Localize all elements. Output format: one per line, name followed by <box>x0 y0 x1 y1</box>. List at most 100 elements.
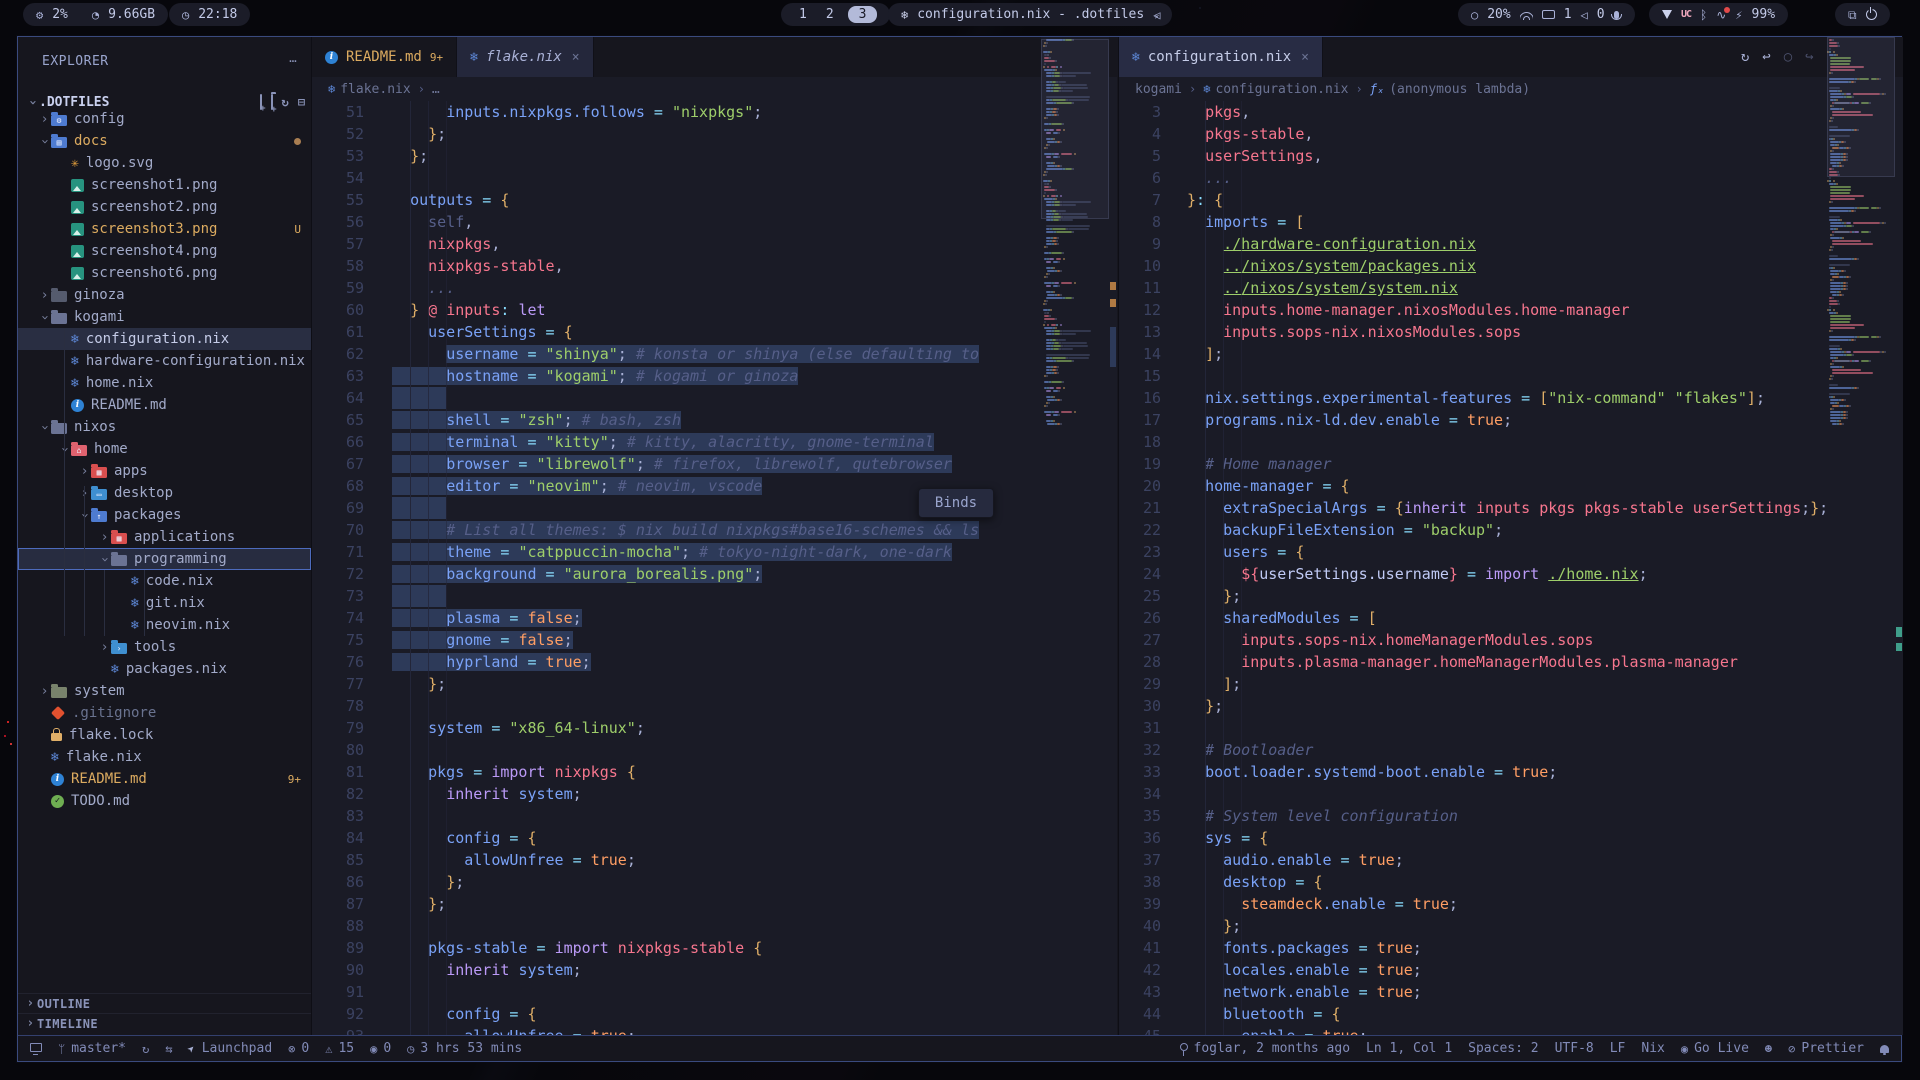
status-item-face[interactable]: ☻ <box>1765 1043 1772 1055</box>
tree-item-flake.lock[interactable]: ›flake.lock <box>18 724 311 746</box>
code-editor-flake-nix[interactable]: 51 inputs.nixpkgs.follows = "nixpkgs";52… <box>312 101 1117 1035</box>
tree-item-configuration.nix[interactable]: ›❄configuration.nix <box>18 328 311 350</box>
tree-item-screenshot1.png[interactable]: ›screenshot1.png <box>18 174 311 196</box>
tree-item-home.nix[interactable]: ›❄home.nix <box>18 372 311 394</box>
volume-icon[interactable]: ◁ <box>1581 9 1588 21</box>
breadcrumb-item-…[interactable]: … <box>432 82 440 97</box>
outline-section[interactable]: › OUTLINE <box>18 993 311 1013</box>
status-item-Go Live[interactable]: ◉Go Live <box>1681 1041 1749 1056</box>
tree-item-screenshot2.png[interactable]: ›screenshot2.png <box>18 196 311 218</box>
tree-item-packages[interactable]: ›↑packages <box>18 504 311 526</box>
tab-configuration.nix[interactable]: ❄configuration.nix× <box>1119 37 1323 77</box>
breadcrumb-item-kogami[interactable]: kogami <box>1135 82 1182 97</box>
status-item-Prettier[interactable]: ⊘Prettier <box>1788 1041 1864 1056</box>
commit-icon <box>1180 1043 1188 1051</box>
workspace-1[interactable]: 1 <box>794 7 812 22</box>
tree-item-programming[interactable]: ›programming <box>18 548 311 570</box>
breadcrumb-item-configuration.nix[interactable]: ❄configuration.nix <box>1203 82 1348 97</box>
status-item-15[interactable]: ⚠15 <box>325 1041 354 1056</box>
line-number: 70 <box>312 519 364 541</box>
tree-item-TODO.md[interactable]: ›✓TODO.md <box>18 790 311 812</box>
tree-item-apps[interactable]: ›▦apps <box>18 460 311 482</box>
status-item-UTF-8[interactable]: UTF-8 <box>1555 1041 1594 1056</box>
explorer-more-actions-icon[interactable]: ⋯ <box>289 55 297 67</box>
speaker-muted-icon[interactable]: ◁✕ <box>1153 9 1159 21</box>
clock-pill: ◷ 22:18 <box>169 3 250 26</box>
power-icon[interactable] <box>1866 9 1877 20</box>
tree-item-flake.nix[interactable]: ›❄flake.nix <box>18 746 311 768</box>
file-tree: ›⚙config›▤docs›✳logo.svg›screenshot1.png… <box>18 108 311 812</box>
tree-item-screenshot3.png[interactable]: ›screenshot3.pngU <box>18 218 311 240</box>
tree-item-desktop[interactable]: ›▭desktop <box>18 482 311 504</box>
tree-item-git.nix[interactable]: ›❄git.nix <box>18 592 311 614</box>
minimap-slider[interactable] <box>1827 37 1895 177</box>
tree-item-config[interactable]: ›⚙config <box>18 108 311 130</box>
status-item-Launchpad[interactable]: ➤Launchpad <box>188 1041 272 1056</box>
editor-action-circle-icon[interactable]: ○ <box>1784 50 1792 64</box>
status-item-master*[interactable]: ᛘmaster* <box>58 1041 126 1056</box>
code-editor-configuration-nix[interactable]: 3 pkgs,4 pkgs-stable,5 userSettings,6 ..… <box>1119 101 1903 1035</box>
bluetooth-icon[interactable]: ᛒ <box>1700 9 1707 21</box>
breadcrumb-item-flake.nix[interactable]: ❄flake.nix <box>328 82 411 97</box>
tree-item-screenshot6.png[interactable]: ›screenshot6.png <box>18 262 311 284</box>
status-item-remote[interactable] <box>30 1043 42 1054</box>
minimap-left[interactable] <box>1041 37 1109 1035</box>
status-item-3 hrs 53 mins[interactable]: ◷3 hrs 53 mins <box>407 1041 522 1056</box>
refresh-explorer-icon[interactable]: ↻ <box>282 96 289 108</box>
line-number: 85 <box>312 849 364 871</box>
notification-wave-icon[interactable]: ∿ <box>1716 9 1726 21</box>
tree-item-hardware-configuration.nix[interactable]: ›❄hardware-configuration.nix <box>18 350 311 372</box>
editor-action-history-icon[interactable]: ↻ <box>1741 50 1749 64</box>
status-item-Ln 1, Col 1[interactable]: Ln 1, Col 1 <box>1366 1041 1452 1056</box>
tree-item-home[interactable]: ›⌂home <box>18 438 311 460</box>
minimap-right[interactable] <box>1827 37 1895 1035</box>
tree-item-neovim.nix[interactable]: ›❄neovim.nix <box>18 614 311 636</box>
tab-close-icon[interactable]: × <box>572 50 580 65</box>
wifi-icon[interactable] <box>1520 10 1533 20</box>
chevron-down-icon: › <box>37 421 52 434</box>
new-file-icon[interactable] <box>260 96 262 108</box>
microphone-icon[interactable] <box>1614 11 1619 19</box>
tab-close-icon[interactable]: × <box>1301 50 1309 65</box>
vpn-shield-icon[interactable] <box>1662 10 1672 19</box>
tree-item-docs[interactable]: ›▤docs <box>18 130 311 152</box>
tree-item-nixos[interactable]: ›nixos <box>18 416 311 438</box>
status-item-foglar, 2 months ago[interactable]: foglar, 2 months ago <box>1180 1041 1351 1056</box>
clipboard-icon[interactable]: ⧉ <box>1848 9 1857 21</box>
status-item-0[interactable]: ⊗0 <box>288 1041 309 1056</box>
tree-item-logo.svg[interactable]: ›✳logo.svg <box>18 152 311 174</box>
breadcrumbs-right[interactable]: kogami›❄configuration.nix›ƒₓ(anonymous l… <box>1119 77 1903 101</box>
new-folder-icon[interactable] <box>271 96 273 108</box>
minimap-slider[interactable] <box>1041 39 1109 219</box>
workspace-2[interactable]: 2 <box>821 7 839 22</box>
tab-flake.nix[interactable]: ❄flake.nix× <box>457 37 594 77</box>
status-item-LF[interactable]: LF <box>1610 1041 1626 1056</box>
tree-item-.gitignore[interactable]: ›.gitignore <box>18 702 311 724</box>
tree-item-tools[interactable]: ››tools <box>18 636 311 658</box>
status-item-Spaces: 2[interactable]: Spaces: 2 <box>1468 1041 1538 1056</box>
status-item-sync[interactable]: ↻ <box>142 1043 149 1055</box>
tree-item-README.md[interactable]: ›iREADME.md9+ <box>18 768 311 790</box>
tree-item-packages.nix[interactable]: ›❄packages.nix <box>18 658 311 680</box>
editor-action-back-icon[interactable]: ↩ <box>1762 50 1770 64</box>
tree-item-README.md[interactable]: ›iREADME.md <box>18 394 311 416</box>
breadcrumbs-left[interactable]: ❄flake.nix›… <box>312 77 1117 101</box>
status-item-bell[interactable] <box>1880 1045 1889 1053</box>
breadcrumb-item-(anonymous lambda)[interactable]: ƒₓ(anonymous lambda) <box>1370 82 1530 97</box>
status-item-0[interactable]: ◉0 <box>370 1041 391 1056</box>
clock-icon: ◷ <box>182 9 189 21</box>
tree-item-code.nix[interactable]: ›❄code.nix <box>18 570 311 592</box>
tray-app-icon[interactable]: UC <box>1681 9 1691 20</box>
tab-README.md[interactable]: iREADME.md9+ <box>312 37 457 77</box>
workspace-3[interactable]: 3 <box>848 6 878 23</box>
tree-item-screenshot4.png[interactable]: ›screenshot4.png <box>18 240 311 262</box>
timeline-section[interactable]: › TIMELINE <box>18 1013 311 1033</box>
tree-item-system[interactable]: ›system <box>18 680 311 702</box>
tree-item-applications[interactable]: ›▦applications <box>18 526 311 548</box>
tree-item-ginoza[interactable]: ›ginoza <box>18 284 311 306</box>
status-item-compare[interactable]: ⇆ <box>165 1043 172 1055</box>
status-item-Nix[interactable]: Nix <box>1641 1041 1664 1056</box>
tree-item-kogami[interactable]: ›kogami <box>18 306 311 328</box>
collapse-folders-icon[interactable]: ⊟ <box>298 96 305 108</box>
editor-action-forward-icon[interactable]: ↪ <box>1805 50 1813 64</box>
